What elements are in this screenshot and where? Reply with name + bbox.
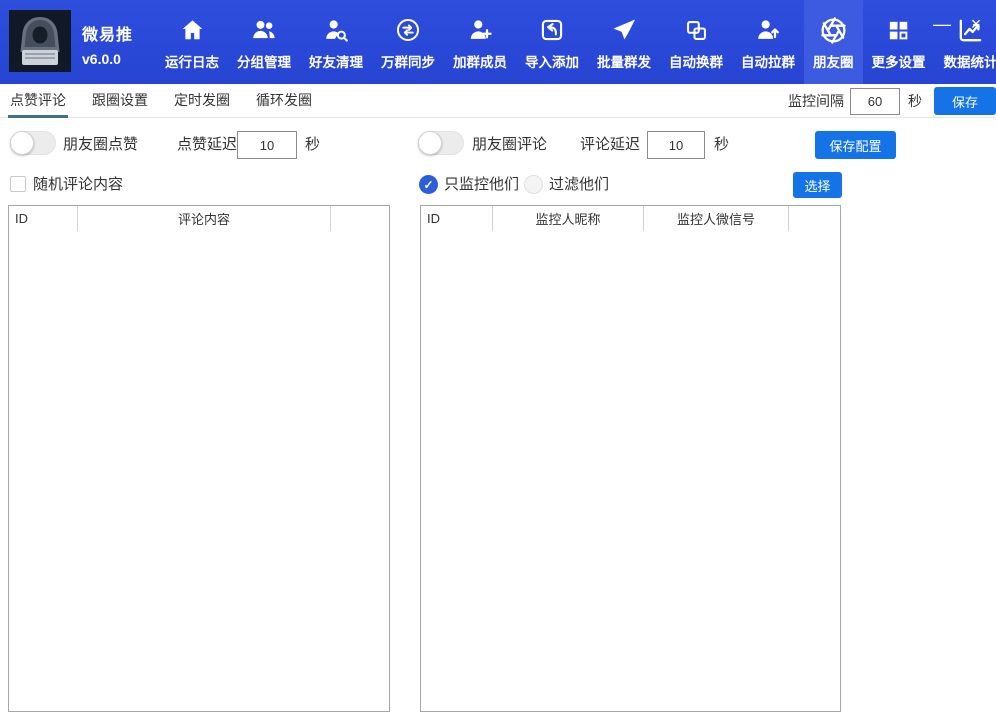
moments-comment-toggle[interactable] [418, 131, 464, 155]
tab-2[interactable]: 定时发圈 [172, 84, 232, 118]
nav-item-label: 万群同步 [381, 51, 435, 71]
monitor-only-checkbox[interactable] [419, 175, 438, 194]
nav-item-grid[interactable]: 更多设置 [863, 0, 935, 84]
nav-item-user-plus[interactable]: 加群成员 [444, 0, 516, 84]
main-nav: 运行日志分组管理好友清理万群同步加群成员导入添加批量群发自动换群自动拉群朋友圈更… [156, 0, 996, 84]
nav-item-label: 分组管理 [237, 51, 291, 71]
comment-content-table: ID评论内容 [8, 205, 390, 712]
nav-item-label: 好友清理 [309, 51, 363, 71]
user-search-icon [322, 14, 350, 46]
app-logo [9, 10, 71, 72]
nav-item-label: 自动换群 [669, 51, 723, 71]
column-header: ID [421, 206, 493, 231]
moments-comment-label: 朋友圈评论 [472, 131, 547, 159]
aperture-icon [819, 14, 848, 46]
table-header: ID监控人昵称监控人微信号 [421, 206, 840, 231]
app-name: 微易推 [82, 21, 133, 45]
header: 微易推 v6.0.0 运行日志分组管理好友清理万群同步加群成员导入添加批量群发自… [0, 0, 996, 84]
column-header: 监控人昵称 [493, 206, 644, 231]
minimize-button[interactable]: — [930, 12, 954, 36]
nav-item-sync[interactable]: 万群同步 [372, 0, 444, 84]
close-button[interactable]: × [964, 12, 988, 36]
filter-them-checkbox[interactable] [524, 175, 543, 194]
like-delay-unit: 秒 [305, 131, 320, 159]
monitor-interval-group: 监控间隔 秒 保存 [788, 86, 996, 116]
nav-item-label: 朋友圈 [813, 51, 854, 71]
send-icon [610, 14, 638, 46]
column-header: ID [9, 206, 78, 231]
monitored-users-table: ID监控人昵称监控人微信号 [420, 205, 841, 712]
nav-item-aperture[interactable]: 朋友圈 [804, 0, 863, 84]
nav-item-import[interactable]: 导入添加 [516, 0, 588, 84]
window-controls: — × [930, 12, 988, 36]
column-header [789, 206, 840, 231]
save-config-button[interactable]: 保存配置 [815, 131, 896, 159]
app-window: 微易推 v6.0.0 运行日志分组管理好友清理万群同步加群成员导入添加批量群发自… [0, 0, 996, 728]
random-comment-label: 随机评论内容 [33, 175, 123, 195]
monitor-interval-unit: 秒 [908, 91, 922, 111]
filter-them-label: 过滤他们 [549, 175, 609, 195]
column-header: 评论内容 [78, 206, 331, 231]
import-icon [538, 14, 566, 46]
table-body[interactable] [9, 231, 389, 711]
like-delay-label: 点赞延迟 [177, 131, 237, 159]
nav-item-users[interactable]: 分组管理 [228, 0, 300, 84]
nav-item-label: 更多设置 [872, 51, 926, 71]
select-button[interactable]: 选择 [793, 172, 842, 198]
like-delay-input[interactable] [237, 131, 297, 159]
users-icon [250, 14, 278, 46]
moments-like-toggle[interactable] [10, 131, 56, 155]
random-comment-checkbox[interactable] [10, 176, 26, 192]
comment-delay-input[interactable] [647, 131, 705, 159]
nav-item-send[interactable]: 批量群发 [588, 0, 660, 84]
nav-item-user-up[interactable]: 自动拉群 [732, 0, 804, 84]
tab-0[interactable]: 点赞评论 [8, 84, 68, 118]
save-button[interactable]: 保存 [934, 87, 996, 115]
comment-delay-label: 评论延迟 [580, 131, 640, 159]
toggle-knob [10, 131, 34, 155]
column-header: 监控人微信号 [644, 206, 789, 231]
nav-item-label: 数据统计 [944, 51, 996, 71]
nav-item-label: 导入添加 [525, 51, 579, 71]
monitor-only-label: 只监控他们 [444, 175, 519, 195]
app-title: 微易推 v6.0.0 [82, 21, 133, 67]
nav-item-label: 批量群发 [597, 51, 651, 71]
moments-like-label: 朋友圈点赞 [63, 131, 138, 159]
table-body[interactable] [421, 231, 840, 711]
nav-item-label: 运行日志 [165, 51, 219, 71]
sync-icon [394, 14, 422, 46]
toggle-knob [418, 131, 442, 155]
monitor-interval-input[interactable] [850, 88, 900, 115]
tab-bar: 点赞评论跟圈设置定时发圈循环发圈 监控间隔 秒 保存 [0, 84, 996, 118]
app-version: v6.0.0 [82, 51, 133, 67]
table-header: ID评论内容 [9, 206, 389, 231]
nav-item-user-search[interactable]: 好友清理 [300, 0, 372, 84]
tab-3[interactable]: 循环发圈 [254, 84, 314, 118]
grid-icon [885, 14, 912, 46]
user-plus-icon [466, 14, 494, 46]
nav-item-home[interactable]: 运行日志 [156, 0, 228, 84]
nav-item-label: 加群成员 [453, 51, 507, 71]
copy-icon [683, 14, 710, 46]
comment-delay-unit: 秒 [714, 131, 729, 159]
user-up-icon [754, 14, 782, 46]
nav-item-label: 自动拉群 [741, 51, 795, 71]
tabs: 点赞评论跟圈设置定时发圈循环发圈 [8, 84, 314, 118]
nav-item-copy[interactable]: 自动换群 [660, 0, 732, 84]
home-icon [179, 14, 206, 46]
tab-1[interactable]: 跟圈设置 [90, 84, 150, 118]
column-header [331, 206, 389, 231]
monitor-interval-label: 监控间隔 [788, 91, 844, 111]
